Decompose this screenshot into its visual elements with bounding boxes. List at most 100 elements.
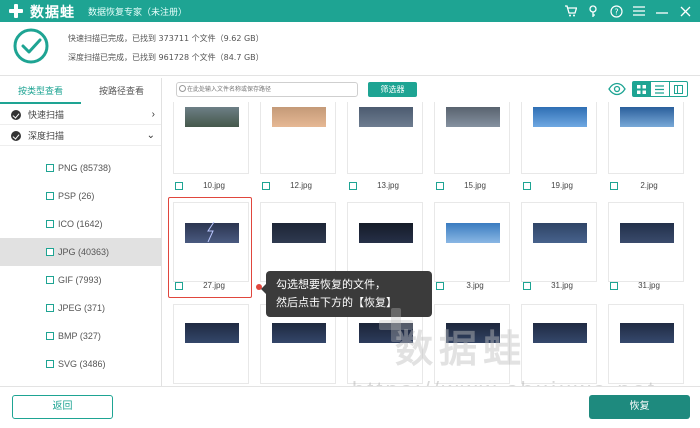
- file-type-label: BMP (327): [58, 331, 101, 341]
- thumbnail: [185, 323, 239, 343]
- search-icon: [179, 85, 186, 92]
- tab-by-type[interactable]: 按类型查看: [0, 78, 81, 104]
- file-type-item-svg[interactable]: SVG (3486): [0, 350, 161, 378]
- file-card[interactable]: [347, 102, 423, 174]
- file-type-label: JPEG (371): [58, 303, 106, 313]
- thumbnail: [185, 107, 239, 127]
- file-card[interactable]: [173, 304, 249, 384]
- tooltip-line-1: 勾选想要恢复的文件，: [276, 279, 386, 291]
- file-card[interactable]: [173, 102, 249, 174]
- checked-icon[interactable]: [11, 110, 21, 120]
- thumbnail: [620, 323, 674, 343]
- cart-icon[interactable]: [563, 3, 577, 19]
- quick-scan-label: 快速扫描: [28, 110, 65, 120]
- eye-icon[interactable]: [608, 82, 626, 96]
- checkbox[interactable]: [46, 332, 54, 340]
- file-card[interactable]: [521, 304, 597, 384]
- file-card[interactable]: [608, 202, 684, 282]
- file-card[interactable]: [260, 102, 336, 174]
- deep-scan-label: 深度扫描: [28, 131, 65, 141]
- deep-scan-row[interactable]: 深度扫描 ⌄: [0, 126, 161, 146]
- file-name: 3.jpg: [466, 281, 484, 290]
- thumbnail: [620, 223, 674, 243]
- recover-button[interactable]: 恢复: [589, 395, 690, 419]
- file-name: 15.jpg: [464, 181, 486, 190]
- thumbnail: [359, 107, 413, 127]
- file-name: 10.jpg: [203, 181, 225, 190]
- checkbox[interactable]: [46, 248, 54, 256]
- deep-scan-status: 深度扫描已完成，已找到 961728 个文件（84.7 GB）: [68, 53, 264, 62]
- thumbnail: [272, 323, 326, 343]
- file-card[interactable]: [521, 202, 597, 282]
- chevron-right-icon[interactable]: ›: [152, 105, 155, 125]
- file-card[interactable]: [434, 202, 510, 282]
- footer: 返回 恢复: [0, 386, 700, 428]
- quick-scan-row[interactable]: 快速扫描 ›: [0, 105, 161, 125]
- grid-view-button[interactable]: [633, 82, 652, 96]
- search-input[interactable]: [187, 83, 355, 96]
- menu-icon[interactable]: [632, 3, 646, 19]
- list-view-button[interactable]: [651, 82, 670, 96]
- file-type-label: SVG (3486): [58, 359, 106, 369]
- checkbox[interactable]: [46, 304, 54, 312]
- title-bar: 数据蛙 数据恢复专家（未注册） ?: [0, 0, 700, 22]
- file-name: 19.jpg: [551, 181, 573, 190]
- thumbnail: [446, 107, 500, 127]
- minimize-icon[interactable]: [655, 3, 669, 19]
- thumbnail: [620, 107, 674, 127]
- filter-button[interactable]: 筛选器: [368, 82, 417, 97]
- checked-icon[interactable]: [11, 131, 21, 141]
- file-card[interactable]: [434, 102, 510, 174]
- sidebar: 按类型查看 按路径查看 快速扫描 › 深度扫描 ⌄ PNG (85738) PS…: [0, 78, 162, 386]
- file-name: 2.jpg: [640, 181, 658, 190]
- svg-text:?: ?: [614, 7, 618, 16]
- file-name: 31.jpg: [551, 281, 573, 290]
- file-type-item-psp[interactable]: PSP (26): [0, 182, 161, 210]
- watermark-title: 数据蛙: [395, 329, 528, 371]
- file-name: 12.jpg: [290, 181, 312, 190]
- file-card[interactable]: [347, 202, 423, 282]
- detail-view-button[interactable]: [670, 82, 687, 96]
- view-tabs: 按类型查看 按路径查看: [0, 78, 161, 104]
- key-icon[interactable]: [586, 3, 600, 19]
- checkbox[interactable]: [46, 276, 54, 284]
- checkbox[interactable]: [46, 192, 54, 200]
- selected-file-highlight: [168, 197, 252, 298]
- file-card[interactable]: [608, 102, 684, 174]
- file-card[interactable]: [608, 304, 684, 384]
- checkbox[interactable]: [46, 164, 54, 172]
- thumbnail: [446, 223, 500, 243]
- tab-by-path[interactable]: 按路径查看: [81, 78, 161, 104]
- file-type-item-ico[interactable]: ICO (1642): [0, 210, 161, 238]
- file-type-item-png[interactable]: PNG (85738): [0, 154, 161, 182]
- app-subtitle: 数据恢复专家（未注册）: [88, 7, 188, 17]
- chevron-down-icon[interactable]: ⌄: [147, 126, 155, 146]
- file-type-label: JPG (40363): [58, 247, 110, 257]
- back-button[interactable]: 返回: [12, 395, 113, 419]
- scan-complete-icon: [13, 28, 49, 64]
- thumbnail: [272, 107, 326, 127]
- file-type-item-bmp[interactable]: BMP (327): [0, 322, 161, 350]
- close-icon[interactable]: [678, 3, 692, 19]
- lightning-icon: [207, 222, 215, 242]
- file-name: 13.jpg: [377, 181, 399, 190]
- file-card[interactable]: [260, 202, 336, 282]
- list-icon: [655, 84, 665, 94]
- file-type-label: PSP (26): [58, 191, 95, 201]
- search-box[interactable]: [176, 82, 358, 97]
- file-type-label: PNG (85738): [58, 163, 112, 173]
- file-type-item-gif[interactable]: GIF (7993): [0, 266, 161, 294]
- file-type-label: ICO (1642): [58, 219, 103, 229]
- file-type-label: GIF (7993): [58, 275, 102, 285]
- divider: [0, 75, 700, 76]
- app-name: 数据蛙: [30, 4, 75, 20]
- checkbox[interactable]: [46, 220, 54, 228]
- checkbox[interactable]: [46, 360, 54, 368]
- help-icon[interactable]: ?: [609, 3, 623, 19]
- file-type-item-jpg[interactable]: JPG (40363): [0, 238, 161, 266]
- quick-scan-status: 快速扫描已完成，已找到 373711 个文件（9.62 GB）: [68, 34, 264, 43]
- thumbnail: [272, 223, 326, 243]
- grid-icon: [637, 84, 647, 94]
- file-type-item-jpeg[interactable]: JPEG (371): [0, 294, 161, 322]
- file-card[interactable]: [521, 102, 597, 174]
